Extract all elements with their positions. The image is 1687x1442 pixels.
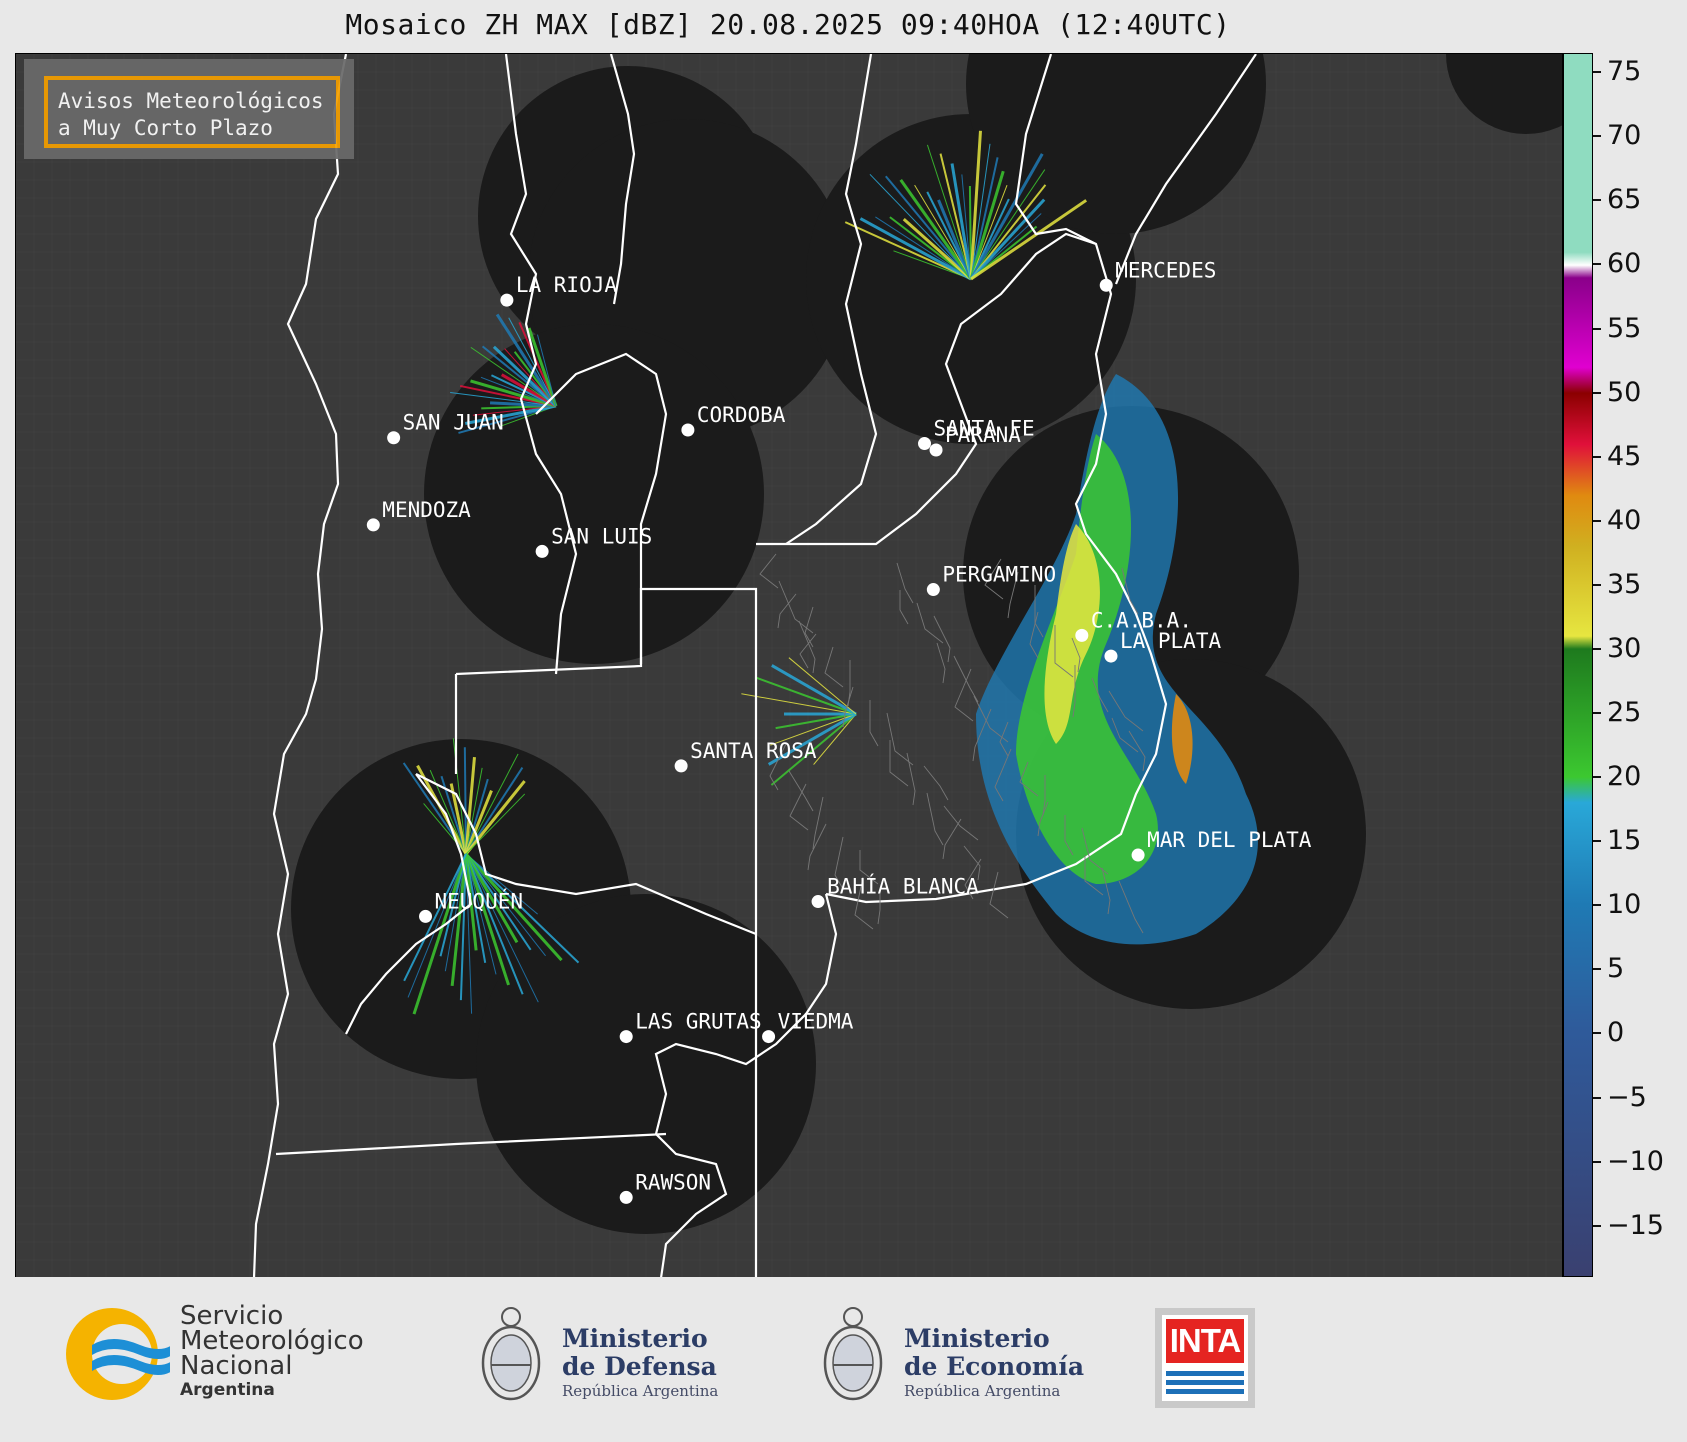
badge-background: Avisos Meteorológicos a Muy Corto Plazo — [24, 59, 354, 159]
smn-line-3: Nacional — [180, 1351, 293, 1381]
city-marker-icon — [500, 293, 514, 307]
city-label: LAS GRUTAS — [635, 1010, 761, 1034]
city-marker-icon — [619, 1190, 633, 1204]
colorbar-tick-label: 30 — [1607, 632, 1642, 664]
city-label: LA PLATA — [1120, 629, 1222, 653]
city-label: LA RIOJA — [516, 273, 618, 297]
smn-subtitle: Argentina — [180, 1380, 275, 1400]
radar-disc-3 — [424, 324, 764, 664]
city-marker-icon — [929, 443, 943, 457]
colorbar-tick-label: 70 — [1607, 120, 1642, 152]
city-label: SANTA ROSA — [690, 739, 817, 763]
colorbar-tick-label: −10 — [1607, 1145, 1664, 1177]
colorbar-tick-label: 65 — [1607, 184, 1642, 216]
city-label: SAN LUIS — [551, 524, 652, 548]
colorbar-tick-label: 25 — [1607, 697, 1642, 729]
city-marker-icon — [366, 518, 380, 532]
economia-line-2: de Economía — [904, 1352, 1085, 1381]
city-marker-icon — [811, 895, 825, 909]
city-marker-icon — [918, 437, 932, 451]
city-marker-icon — [387, 431, 401, 445]
colorbar-tick-label: 15 — [1607, 825, 1642, 857]
footer-logos: Servicio Meteorológico Nacional Argentin… — [0, 1277, 1687, 1438]
city-marker-icon — [681, 423, 695, 437]
colorbar-tick-label: 10 — [1607, 889, 1642, 921]
city-label: MENDOZA — [382, 498, 471, 522]
colorbar-tick-label: 35 — [1607, 568, 1642, 600]
defensa-line-3: República Argentina — [562, 1382, 719, 1400]
economia-line-3: República Argentina — [904, 1382, 1061, 1400]
radar-coverage-layer — [291, 54, 1562, 1234]
colorbar-tick-label: 0 — [1607, 1017, 1625, 1049]
city-label: MAR DEL PLATA — [1147, 828, 1312, 852]
smn-logo: Servicio Meteorológico Nacional Argentin… — [0, 1277, 400, 1438]
city-marker-icon — [1131, 848, 1145, 862]
colorbar-tick-label: −15 — [1607, 1209, 1664, 1241]
radar-map[interactable]: LA RIOJA MERCEDES CORDOBA SAN JUAN SANTA FE P… — [15, 53, 1563, 1279]
city-marker-icon — [619, 1030, 633, 1044]
radar-disc-9 — [1446, 54, 1562, 134]
economia-logo: Ministerio de Economía República Argenti… — [820, 1295, 1100, 1425]
city-label: SAN JUAN — [403, 411, 504, 435]
city-label: MERCEDES — [1115, 258, 1216, 282]
city-label: RAWSON — [635, 1170, 711, 1194]
city-label: NEUQUÉN — [435, 888, 524, 913]
colorbar-ticks: 75 70 65 60 55 50 45 40 35 30 25 20 15 10 5 0 −5 −10 −15 — [1593, 53, 1687, 1277]
escudo-economia-icon — [823, 1307, 883, 1401]
colorbar-tick-label: 5 — [1607, 953, 1625, 985]
map-title: Mosaico ZH MAX [dBZ] 20.08.2025 09:40HOA… — [345, 8, 1231, 41]
city-bah-a-blanca[interactable]: BAHÍA BLANCA — [811, 874, 980, 909]
smn-emblem-icon — [66, 1308, 172, 1400]
colorbar-tick-label: 45 — [1607, 440, 1642, 472]
city-marker-icon — [674, 759, 688, 773]
city-marker-icon — [419, 909, 433, 923]
city-marker-icon — [926, 583, 940, 597]
defensa-logo: Ministerio de Defensa República Argentin… — [478, 1295, 738, 1425]
colorbar-tick-label: 60 — [1607, 248, 1642, 280]
defensa-line-2: de Defensa — [562, 1352, 717, 1381]
city-marker-icon — [1075, 628, 1089, 642]
inta-wordmark: INTA — [1166, 1319, 1244, 1363]
city-marker-icon — [1104, 649, 1118, 663]
city-marker-icon — [762, 1030, 776, 1044]
city-label: CORDOBA — [697, 403, 786, 427]
badge-line-1: Avisos Meteorológicos — [58, 89, 324, 113]
city-marker-icon — [535, 544, 549, 558]
escudo-defensa-icon — [481, 1307, 541, 1401]
avisos-badge: Avisos Meteorológicos a Muy Corto Plazo — [44, 76, 340, 148]
city-marker-icon — [1099, 278, 1113, 292]
colorbar-tick-label: 75 — [1607, 56, 1642, 88]
colorbar-tick-label: −5 — [1607, 1081, 1647, 1113]
inta-logo: INTA — [1155, 1308, 1255, 1408]
defensa-line-1: Ministerio — [562, 1324, 708, 1353]
radar-map-canvas: LA RIOJAMERCEDESCORDOBASAN JUAN SANTA FEP… — [16, 54, 1562, 1278]
badge-line-2: a Muy Corto Plazo — [58, 116, 273, 140]
city-label: PERGAMINO — [942, 563, 1056, 587]
colorbar-tick-label: 55 — [1607, 312, 1642, 344]
colorbar — [1563, 53, 1593, 1277]
economia-line-1: Ministerio — [904, 1324, 1050, 1353]
city-label: BAHÍA BLANCA — [827, 874, 979, 899]
colorbar-tick-label: 20 — [1607, 761, 1642, 793]
colorbar-tick-label: 40 — [1607, 504, 1642, 536]
city-label: VIEDMA — [778, 1010, 854, 1034]
city-santa-rosa[interactable]: SANTA ROSA — [674, 739, 817, 773]
colorbar-tick-label: 50 — [1607, 376, 1642, 408]
city-label: PARANA — [945, 423, 1021, 447]
